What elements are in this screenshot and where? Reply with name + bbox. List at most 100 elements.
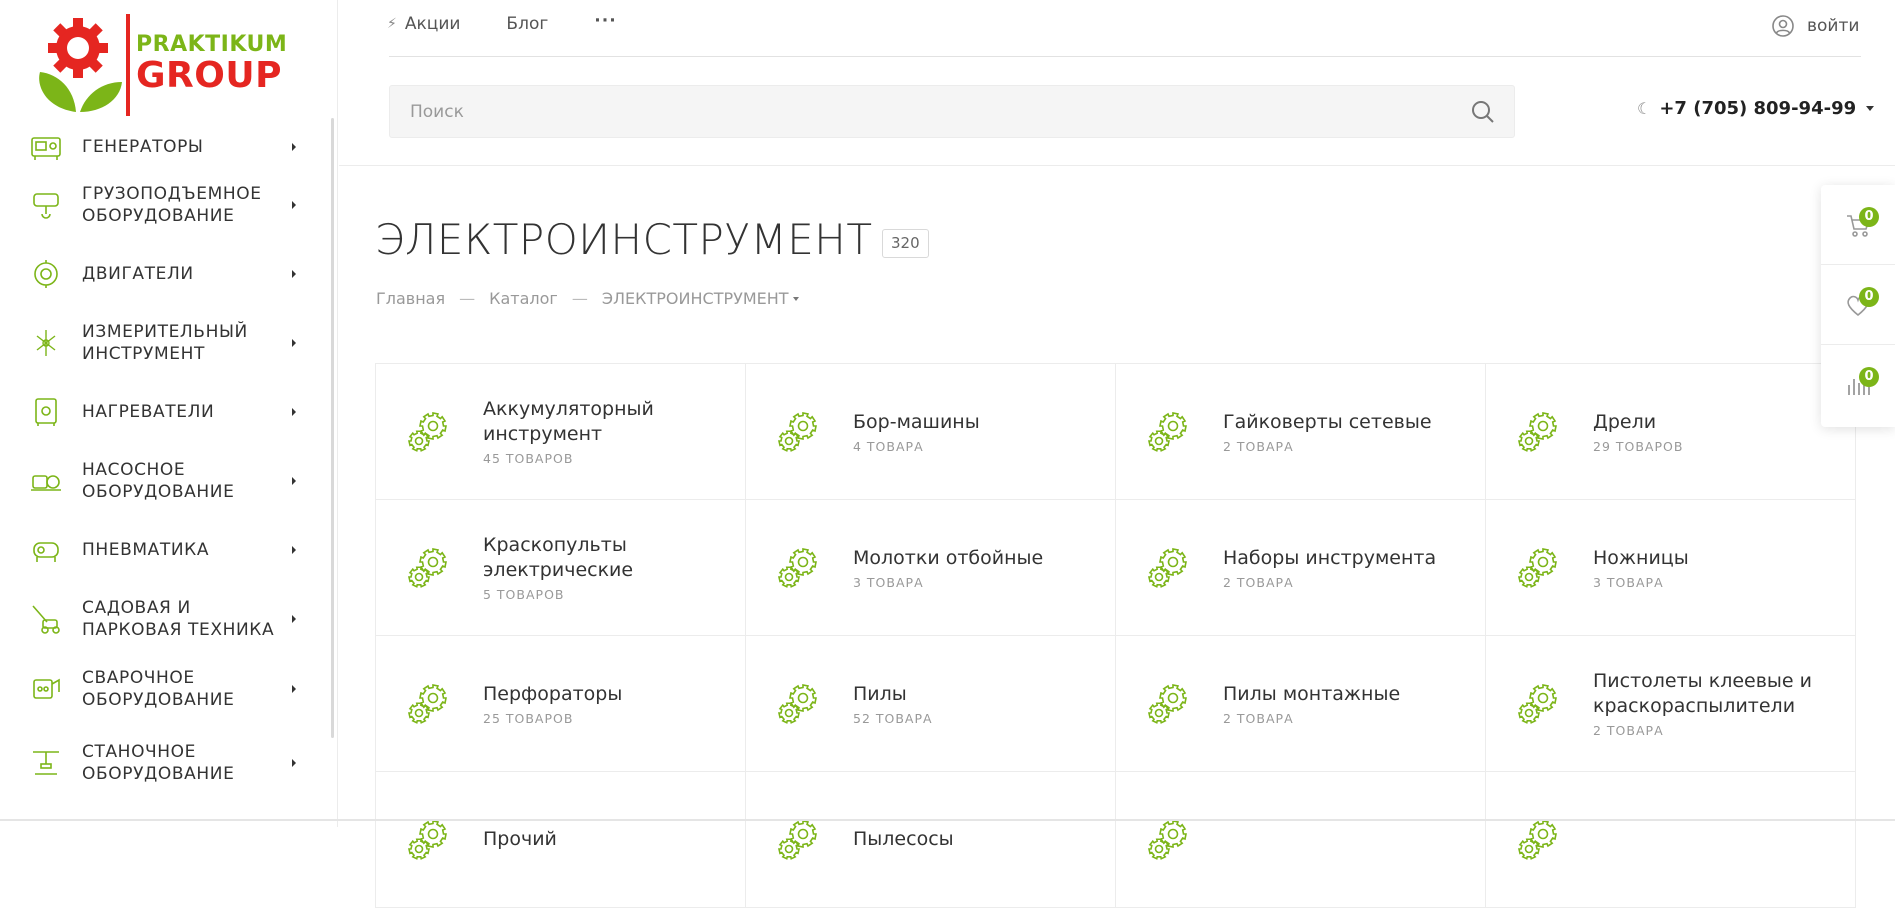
category-card[interactable]: Краскопульты электрические 5 товаров	[376, 500, 746, 636]
compare-button[interactable]: 0	[1821, 345, 1895, 425]
breadcrumb: Главная — Каталог — ЭЛЕКТРОИНСТРУМЕНТ	[376, 289, 799, 308]
site-logo[interactable]: PRAKTIKUM GROUP	[36, 12, 287, 118]
category-card[interactable]: Молотки отбойные 3 товара	[746, 500, 1116, 636]
sidebar-item-heaters[interactable]: Нагреватели	[0, 376, 320, 448]
gears-icon	[1517, 411, 1557, 452]
gears-icon	[1517, 819, 1557, 860]
chevron-right-icon	[292, 408, 296, 416]
chevron-right-icon	[292, 615, 296, 623]
category-card[interactable]	[1486, 772, 1856, 908]
chevron-right-icon	[292, 546, 296, 554]
category-card[interactable]	[1116, 772, 1486, 908]
floating-actions-panel: 0 0 0	[1821, 185, 1895, 427]
sidebar-item-measuring[interactable]: Измерительный инструмент	[0, 310, 320, 376]
logo-divider	[126, 14, 130, 116]
phone-icon: ☾	[1637, 99, 1652, 118]
chevron-down-icon	[792, 296, 799, 301]
search-input[interactable]	[390, 86, 1450, 137]
phone-text: +7 (705) 809-94-99	[1659, 98, 1857, 119]
user-icon	[1772, 15, 1794, 37]
category-title: Аккумуляторный инструмент	[483, 398, 654, 445]
sidebar-item-pneumatics[interactable]: Пневматика	[0, 514, 320, 586]
welder-icon	[28, 671, 64, 707]
sidebar-scrollbar[interactable]	[331, 118, 334, 738]
sidebar-item-label: Грузоподъемное оборудование	[82, 184, 262, 226]
breadcrumb-catalog[interactable]: Каталог	[489, 289, 558, 308]
category-count: 2 товара	[1223, 438, 1294, 454]
gears-icon	[1147, 819, 1187, 860]
horizontal-scrollbar[interactable]	[0, 819, 1895, 821]
breadcrumb-current[interactable]: ЭЛЕКТРОИНСТРУМЕНТ	[602, 289, 799, 308]
category-count: 2 товара	[1593, 723, 1664, 738]
sidebar-item-label: Сварочное оборудование	[82, 668, 235, 710]
nav-link-blog[interactable]: Блог	[506, 14, 548, 34]
category-card[interactable]: Пылесосы	[746, 772, 1116, 908]
sidebar-item-label: Генераторы	[82, 137, 204, 157]
breadcrumb-home[interactable]: Главная	[376, 289, 445, 308]
category-title: Краскопульты электрические	[483, 534, 634, 581]
sidebar-item-welding[interactable]: Сварочное оборудование	[0, 652, 320, 726]
gears-icon	[407, 547, 447, 588]
search-icon[interactable]	[1470, 99, 1496, 125]
gears-icon	[777, 411, 817, 452]
sidebar-item-pumps[interactable]: Насосное оборудование	[0, 448, 320, 514]
phone-number[interactable]: ☾ +7 (705) 809-94-99	[1637, 98, 1875, 119]
category-card[interactable]: Дрели 29 товаров	[1486, 364, 1856, 500]
category-title: Перфораторы	[483, 682, 623, 705]
category-title: Гайковерты сетевые	[1223, 410, 1432, 433]
header-divider	[339, 165, 1895, 166]
category-count: 4 товара	[853, 438, 924, 454]
sidebar-item-garden[interactable]: Садовая и парковая техника	[0, 586, 320, 652]
category-card[interactable]: Перфораторы 25 товаров	[376, 636, 746, 772]
category-card[interactable]: Гайковерты сетевые 2 товара	[1116, 364, 1486, 500]
engine-icon	[28, 256, 64, 292]
sidebar-item-machine-tools[interactable]: Станочное оборудование	[0, 726, 320, 800]
category-card[interactable]: Наборы инструмента 2 товара	[1116, 500, 1486, 636]
category-card[interactable]: Ножницы 3 товара	[1486, 500, 1856, 636]
more-dots-icon: ···	[594, 11, 617, 31]
login-button[interactable]: войти	[1771, 14, 1859, 38]
nav-link-sales[interactable]: ⚡︎ Акции	[387, 14, 460, 34]
category-card[interactable]: Пилы монтажные 2 товара	[1116, 636, 1486, 772]
gears-icon	[777, 547, 817, 588]
lawn-mower-icon	[28, 601, 64, 637]
category-title: Пилы монтажные	[1223, 682, 1401, 705]
sidebar: PRAKTIKUM GROUP Генераторы Грузоподъемно…	[0, 0, 338, 827]
category-card[interactable]: Пилы 52 товара	[746, 636, 1116, 772]
catalog-menu: Генераторы Грузоподъемное оборудование Д…	[0, 122, 320, 800]
nav-link-label: Акции	[404, 14, 461, 34]
breadcrumb-separator: —	[459, 289, 476, 308]
breadcrumb-current-label: ЭЛЕКТРОИНСТРУМЕНТ	[601, 289, 789, 308]
category-title: Пилы	[853, 682, 907, 705]
chevron-right-icon	[292, 143, 296, 151]
category-card[interactable]: Бор-машины 4 товара	[746, 364, 1116, 500]
more-menu-button[interactable]: ···	[594, 11, 616, 31]
category-card[interactable]: Аккумуляторный инструмент 45 товаров	[376, 364, 746, 500]
sidebar-item-label: Садовая и парковая техника	[82, 598, 275, 640]
compare-count-badge: 0	[1859, 367, 1879, 387]
logo-text: PRAKTIKUM GROUP	[136, 34, 287, 94]
category-card[interactable]: Прочий	[376, 772, 746, 908]
category-title: Пистолеты клеевые и краскораспылители	[1593, 670, 1812, 717]
sidebar-item-lifting[interactable]: Грузоподъемное оборудование	[0, 172, 320, 238]
category-count: 25 товаров	[483, 710, 574, 726]
chevron-right-icon	[292, 759, 296, 767]
heater-icon	[28, 394, 64, 430]
sidebar-item-label: Нагреватели	[82, 402, 215, 422]
sidebar-item-generators[interactable]: Генераторы	[0, 122, 320, 172]
chevron-right-icon	[292, 201, 296, 209]
category-grid: Аккумуляторный инструмент 45 товаров Бор-…	[375, 363, 1857, 908]
nav-link-label: Блог	[506, 14, 549, 34]
cart-button[interactable]: 0	[1821, 185, 1895, 265]
chevron-right-icon	[292, 270, 296, 278]
sidebar-item-label: Двигатели	[82, 264, 194, 284]
category-card[interactable]: Пистолеты клеевые и краскораспылители 2 т…	[1486, 636, 1856, 772]
sidebar-item-engines[interactable]: Двигатели	[0, 238, 320, 310]
hoist-icon	[28, 187, 64, 223]
category-title: Ножницы	[1593, 546, 1689, 569]
category-count: 52 товара	[853, 710, 933, 726]
wishlist-button[interactable]: 0	[1821, 265, 1895, 345]
top-divider	[389, 56, 1861, 57]
category-title: Бор-машины	[853, 410, 980, 433]
gears-icon	[1147, 547, 1187, 588]
